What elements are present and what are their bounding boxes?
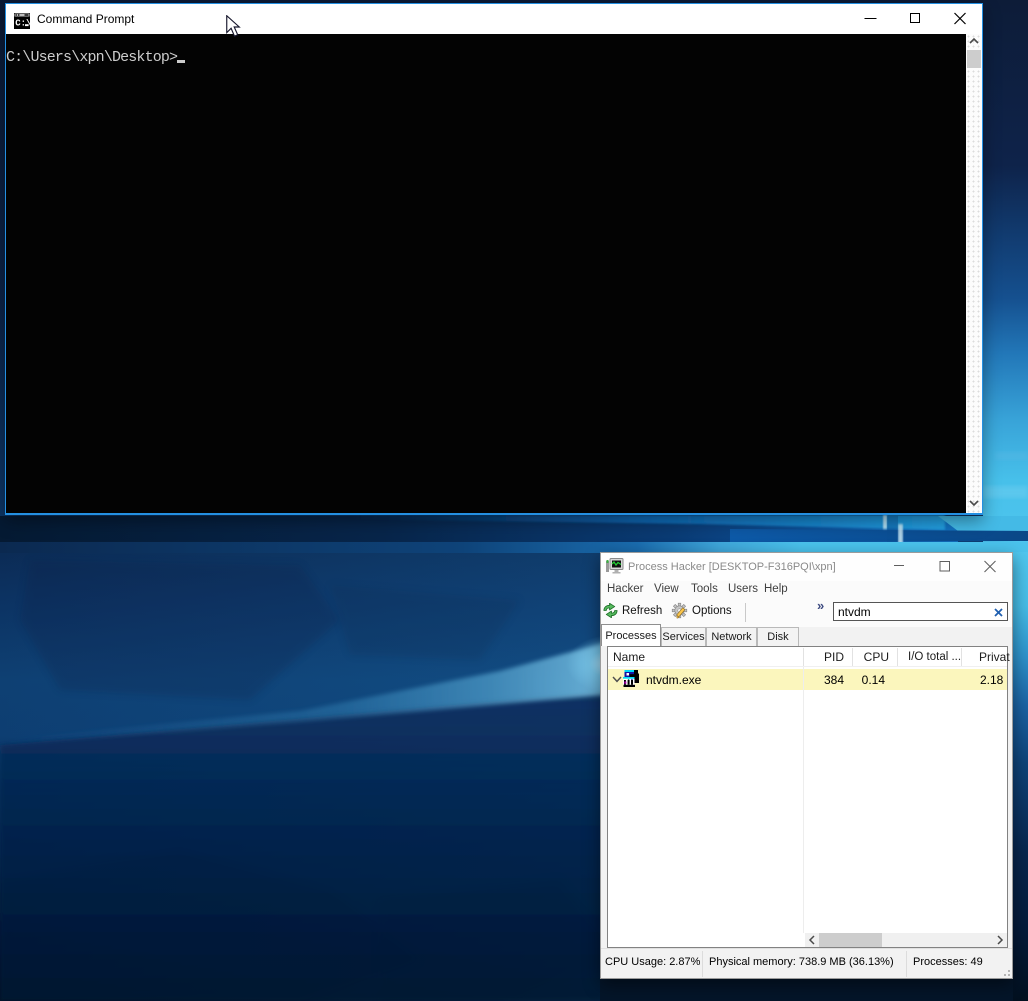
- svg-text:C:\: C:\: [15, 19, 30, 29]
